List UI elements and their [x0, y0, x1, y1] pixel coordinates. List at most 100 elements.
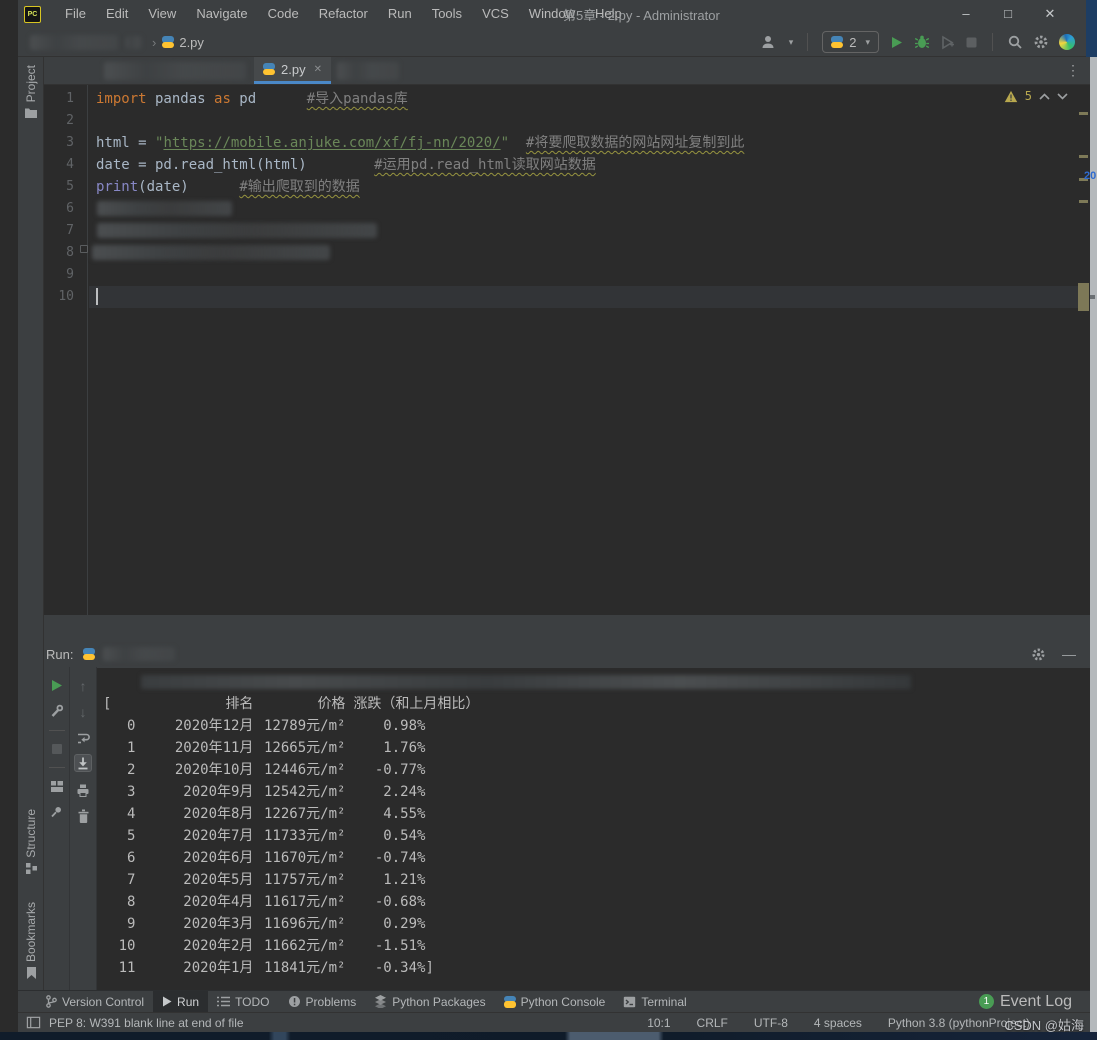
event-log-button[interactable]: 1 Event Log	[979, 993, 1072, 1011]
maximize-icon[interactable]: □	[987, 0, 1029, 28]
menu-edit[interactable]: Edit	[96, 0, 138, 28]
edit-configuration-wrench-icon[interactable]	[50, 704, 64, 718]
redacted-code-line-8	[92, 245, 330, 260]
indent-style[interactable]: 4 spaces	[814, 1016, 862, 1030]
run-settings-gear-icon[interactable]	[1031, 647, 1046, 662]
stop-button[interactable]	[965, 36, 978, 49]
caret-position[interactable]: 10:1	[647, 1016, 670, 1030]
restore-layout-icon[interactable]	[50, 780, 64, 793]
line-number: 6	[44, 198, 87, 220]
tab-2py[interactable]: 2.py ✕	[254, 57, 331, 84]
file-encoding[interactable]: UTF-8	[754, 1016, 788, 1030]
structure-stripe-label: Structure	[24, 809, 38, 858]
line-number: 10	[44, 286, 87, 308]
soft-wrap-icon[interactable]	[76, 731, 91, 744]
settings-gear-icon[interactable]	[1033, 34, 1049, 50]
status-bar: PEP 8: W391 blank line at end of file 10…	[18, 1012, 1090, 1032]
toolwindow-version-control[interactable]: Version Control	[36, 991, 153, 1013]
menu-view[interactable]: View	[138, 0, 186, 28]
status-message[interactable]: PEP 8: W391 blank line at end of file	[49, 1016, 244, 1030]
python-run-icon	[83, 648, 95, 660]
status-right-widgets: 10:1 CRLF UTF-8 4 spaces Python 3.8 (pyt…	[647, 1016, 1030, 1030]
toolwindow-label: Terminal	[641, 995, 686, 1009]
print-icon[interactable]	[76, 784, 90, 797]
prev-problem-chevron-icon[interactable]	[1039, 93, 1050, 100]
menu-refactor[interactable]: Refactor	[309, 0, 378, 28]
event-log-label: Event Log	[1000, 993, 1072, 1011]
window-title: 第5章 - 2.py - Administrator	[563, 5, 720, 24]
toolbar-divider	[49, 767, 65, 768]
tool-window-toggle-icon[interactable]	[26, 1015, 41, 1030]
run-configuration-select[interactable]: 2 ▾	[822, 31, 879, 53]
sidebar-item-project[interactable]: Project	[18, 65, 44, 118]
warning-stripe-mark[interactable]	[1079, 155, 1088, 158]
search-everywhere-icon[interactable]	[1007, 34, 1023, 50]
code-fold-marker[interactable]	[80, 245, 88, 253]
menu-run[interactable]: Run	[378, 0, 422, 28]
run-panel-header: Run: —	[44, 641, 1090, 667]
inspections-widget[interactable]: 5	[1004, 89, 1068, 103]
left-tool-stripe: Project Structure Bookmarks	[18, 57, 44, 990]
toolwindow-python-packages[interactable]: Python Packages	[365, 991, 494, 1013]
toolwindow-label: Version Control	[62, 995, 144, 1009]
redacted-tab	[337, 62, 399, 80]
close-icon[interactable]: ✕	[1029, 0, 1071, 28]
col-header-change: 涨跌（和上月相比）	[353, 693, 479, 715]
warning-stripe-mark[interactable]	[1079, 112, 1088, 115]
scrollbar-thumb[interactable]	[1078, 283, 1089, 311]
console-row: 102020年2月11662元/m²-1.51%	[101, 935, 1090, 957]
chevron-right-icon: ›	[152, 35, 156, 50]
code-line-3: html = "https://mobile.anjuke.com/xf/fj-…	[96, 132, 744, 154]
menu-tools[interactable]: Tools	[422, 0, 472, 28]
warning-icon	[1004, 90, 1018, 103]
background-window-sliver: 20	[1090, 57, 1097, 1032]
console-row: 82020年4月11617元/m²-0.68%	[101, 891, 1090, 913]
hide-panel-icon[interactable]: —	[1062, 646, 1076, 662]
tab-options-kebab-icon[interactable]: ⋮	[1066, 62, 1080, 79]
run-console-output[interactable]: [ 排名 价格 涨跌（和上月相比） 02020年12月12789元/m²0.98…	[97, 668, 1090, 990]
sidebar-item-bookmarks[interactable]: Bookmarks	[18, 902, 44, 979]
pin-tab-icon[interactable]	[50, 805, 63, 818]
error-stripe-scrollbar[interactable]	[1077, 85, 1090, 615]
background-artifact	[1090, 295, 1095, 299]
up-stack-trace-icon[interactable]: ↑	[80, 679, 87, 693]
toolwindow-todo[interactable]: TODO	[208, 991, 278, 1013]
run-tool-window: Run: — ↑ ↓ [ 排名 价格 涨跌（和上月相比） 020	[44, 615, 1090, 990]
toolwindow-terminal[interactable]: Terminal	[614, 991, 695, 1013]
menu-vcs[interactable]: VCS	[472, 0, 519, 28]
sidebar-item-structure[interactable]: Structure	[18, 809, 44, 874]
breadcrumb-file[interactable]: 2.py	[179, 35, 204, 50]
clear-all-trash-icon[interactable]	[77, 809, 90, 823]
run-with-coverage-button[interactable]	[940, 35, 955, 50]
menu-navigate[interactable]: Navigate	[186, 0, 257, 28]
ide-features-trainer-icon[interactable]	[1059, 34, 1075, 50]
scroll-to-end-button[interactable]	[74, 754, 92, 772]
main-toolbar: › 2.py ▾ 2 ▾	[18, 28, 1097, 57]
debug-button[interactable]	[914, 34, 930, 50]
python-interpreter[interactable]: Python 3.8 (pythonProject)	[888, 1016, 1030, 1030]
toolwindow-label: Python Console	[521, 995, 606, 1009]
run-button[interactable]	[889, 35, 904, 50]
toolwindow-problems[interactable]: Problems	[279, 991, 366, 1013]
user-dropdown-icon[interactable]: ▾	[789, 37, 794, 48]
warning-stripe-mark[interactable]	[1079, 200, 1088, 203]
stop-process-button[interactable]	[51, 743, 63, 755]
line-separator[interactable]: CRLF	[697, 1016, 728, 1030]
rerun-button[interactable]	[50, 679, 63, 692]
user-account-icon[interactable]	[760, 34, 776, 50]
redacted-tab	[104, 62, 246, 80]
text-caret	[96, 288, 98, 305]
minimize-icon[interactable]: –	[945, 0, 987, 28]
next-problem-chevron-icon[interactable]	[1057, 93, 1068, 100]
code-editor[interactable]: 1 2 3 4 5 6 7 8 9 10 import pandas as pd…	[44, 85, 1090, 615]
menu-code[interactable]: Code	[258, 0, 309, 28]
console-row: 12020年11月12665元/m²1.76%	[101, 737, 1090, 759]
background-window-sliver-top	[1086, 0, 1097, 57]
close-tab-icon[interactable]: ✕	[314, 64, 322, 75]
menu-file[interactable]: File	[55, 0, 96, 28]
folder-icon	[25, 107, 37, 118]
toolwindow-run[interactable]: Run	[153, 991, 208, 1013]
down-stack-trace-icon[interactable]: ↓	[80, 705, 87, 719]
toolwindow-python-console[interactable]: Python Console	[495, 991, 615, 1013]
console-row: 02020年12月12789元/m²0.98%	[101, 715, 1090, 737]
